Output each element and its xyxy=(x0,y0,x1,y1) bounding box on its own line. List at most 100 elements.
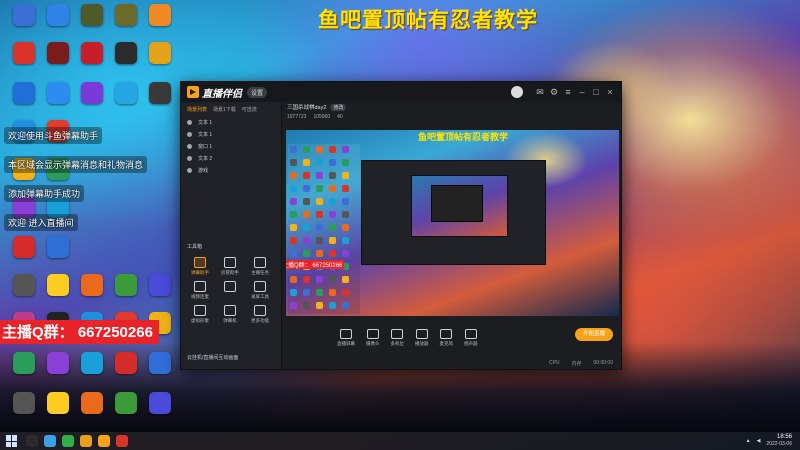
settings-pill[interactable]: 设置 xyxy=(247,86,268,98)
taskbar-app-icon[interactable] xyxy=(44,435,56,447)
desktop-icon[interactable] xyxy=(74,392,110,414)
eye-icon[interactable] xyxy=(187,155,192,161)
desktop-icon[interactable] xyxy=(142,274,178,296)
memory-status: 内存 xyxy=(571,360,582,367)
wechat-icon[interactable] xyxy=(62,435,74,447)
app-icon xyxy=(115,42,137,64)
scene-item[interactable]: 窗口 1 xyxy=(181,140,281,152)
desktop-icon[interactable] xyxy=(6,392,42,414)
preview-desktop-icon xyxy=(342,302,349,309)
tool-button[interactable]: 弹幕助手 xyxy=(185,257,215,276)
desktop-icon[interactable] xyxy=(108,42,144,64)
source-control-button[interactable]: 麦克风 xyxy=(440,329,453,347)
preview-desktop-icon xyxy=(342,276,349,283)
edit-room-button[interactable]: 修改 xyxy=(330,103,347,111)
desktop-icon[interactable] xyxy=(74,352,110,374)
tool-button[interactable]: 主播任务 xyxy=(245,257,275,276)
network-icon[interactable]: ▲ xyxy=(746,438,751,444)
app-icon xyxy=(81,82,103,104)
eye-icon[interactable] xyxy=(187,131,192,137)
eye-icon[interactable] xyxy=(187,143,192,149)
volume-icon[interactable]: ◀ xyxy=(757,438,761,444)
source-control-button[interactable]: 摄像头 xyxy=(366,329,380,347)
live-timer: 00:00:00 xyxy=(593,360,613,366)
start-live-button[interactable]: 开始直播 xyxy=(575,328,613,341)
eye-icon[interactable] xyxy=(187,119,192,125)
source-control-button[interactable]: 多机位 xyxy=(391,329,404,347)
eye-icon[interactable] xyxy=(187,167,192,173)
tab-scene-download[interactable]: 场景1下载 xyxy=(213,106,236,113)
folder-icon[interactable] xyxy=(80,435,92,447)
search-icon[interactable] xyxy=(26,435,38,447)
scene-item[interactable]: 文本 2 xyxy=(181,152,281,164)
desktop-icon[interactable] xyxy=(6,42,42,64)
tool-button[interactable] xyxy=(215,281,245,300)
source-control-label: 直播屏幕 xyxy=(337,341,355,346)
preview-desktop-icon xyxy=(303,146,310,153)
desktop-icon[interactable] xyxy=(108,4,144,26)
tool-button[interactable]: 弹幕机 xyxy=(215,305,245,324)
tool-button[interactable]: 房管助手 xyxy=(215,257,245,276)
tab-scene-list[interactable]: 场景列表 xyxy=(187,106,207,113)
preview-desktop-icon xyxy=(329,237,336,244)
desktop-icon[interactable] xyxy=(108,392,144,414)
scene-item[interactable]: 文本 1 xyxy=(181,116,281,128)
desktop-icon[interactable] xyxy=(108,82,144,104)
desktop-icon[interactable] xyxy=(142,4,178,26)
mail-icon[interactable]: ✉ xyxy=(533,87,547,98)
tool-label: 录屏工具 xyxy=(251,294,269,299)
scene-item[interactable]: 游戏 xyxy=(181,164,281,176)
desktop-icon[interactable] xyxy=(40,82,76,104)
desktop-icon[interactable] xyxy=(40,4,76,26)
desktop-icon[interactable] xyxy=(74,274,110,296)
close-icon[interactable]: × xyxy=(603,87,617,98)
desktop-icon[interactable] xyxy=(74,4,110,26)
scene-label: 游戏 xyxy=(198,167,209,174)
desktop-icon[interactable] xyxy=(6,352,42,374)
desktop-icon[interactable] xyxy=(142,392,178,414)
source-control-button[interactable]: 播放器 xyxy=(415,329,429,347)
tool-button[interactable]: 录屏工具 xyxy=(245,281,275,300)
preview-desktop-icon xyxy=(303,159,310,166)
preview-desktop-icon xyxy=(329,250,336,257)
desktop-icon[interactable] xyxy=(6,82,42,104)
desktop-icon[interactable] xyxy=(40,352,76,374)
app-left-footer[interactable]: 云挂机/直播间互动画面 xyxy=(187,354,238,361)
streaming-app-taskbar-icon[interactable] xyxy=(98,435,110,447)
desktop-icon[interactable] xyxy=(74,42,110,64)
start-menu-icon[interactable] xyxy=(6,435,18,447)
source-control-button[interactable]: 直播屏幕 xyxy=(337,329,355,347)
desktop-icon[interactable] xyxy=(40,274,76,296)
desktop-icon[interactable] xyxy=(108,352,144,374)
preview-desktop-icon xyxy=(290,276,297,283)
desktop-icon[interactable] xyxy=(40,392,76,414)
desktop-icon[interactable] xyxy=(142,352,178,374)
tool-button[interactable]: 更多功能 xyxy=(245,305,275,324)
stream-preview[interactable]: 鱼吧置顶帖有忍者教学 主播Q群： 667250266 xyxy=(286,130,619,316)
taskbar-clock[interactable]: 18:56 2022-03-06 xyxy=(766,434,792,448)
scene-item[interactable]: 文本 1 xyxy=(181,128,281,140)
tool-button[interactable]: 视频连麦 xyxy=(185,281,215,300)
source-control-button[interactable]: 扬声器 xyxy=(464,329,478,347)
minimize-icon[interactable]: – xyxy=(575,87,589,98)
desktop-icon[interactable] xyxy=(6,274,42,296)
app-titlebar[interactable]: 直播伴侣 设置 ✉ ⚙ ≡ – □ × xyxy=(181,82,621,102)
tool-button[interactable]: 虚拟形象 xyxy=(185,305,215,324)
preview-desktop-icon xyxy=(329,276,336,283)
maximize-icon[interactable]: □ xyxy=(589,87,603,98)
avatar[interactable] xyxy=(511,86,523,98)
settings-icon[interactable]: ⚙ xyxy=(547,87,561,98)
tool-label: 主播任务 xyxy=(251,270,269,275)
taskbar-app-icon[interactable] xyxy=(116,435,128,447)
tab-optional-stream[interactable]: 可选流 xyxy=(242,106,257,113)
desktop-icon[interactable] xyxy=(142,82,178,104)
preview-desktop-icon xyxy=(316,237,323,244)
streaming-app-window[interactable]: 直播伴侣 设置 ✉ ⚙ ≡ – □ × 场景列表 场景1下载 可选流 文本 1文… xyxy=(180,81,622,370)
game-icon xyxy=(81,4,103,26)
desktop-icon[interactable] xyxy=(142,42,178,64)
desktop-icon[interactable] xyxy=(108,274,144,296)
desktop-icon[interactable] xyxy=(74,82,110,104)
menu-icon[interactable]: ≡ xyxy=(561,87,575,98)
desktop-icon[interactable] xyxy=(6,4,42,26)
desktop-icon[interactable] xyxy=(40,42,76,64)
